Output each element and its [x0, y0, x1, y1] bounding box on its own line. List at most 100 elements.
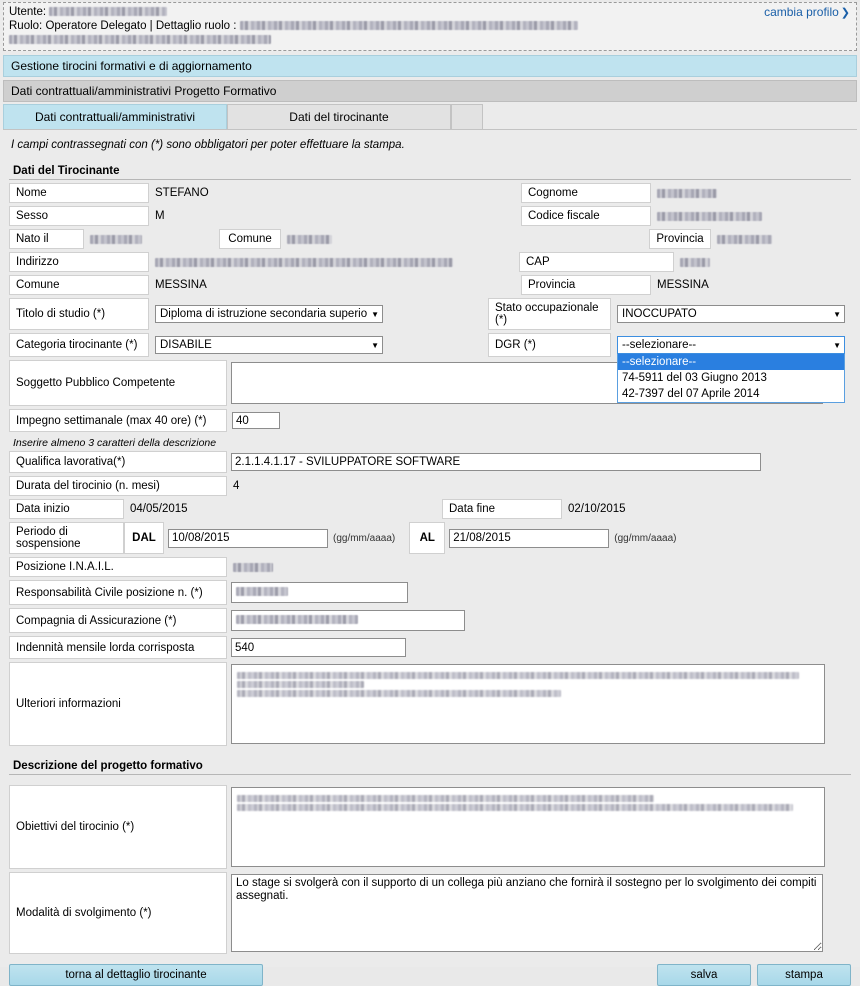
field-dgr: --selezionare-- ▼ --selezionare-- 74-591…: [611, 333, 851, 403]
value-durata: 4: [233, 480, 240, 492]
role-label: Ruolo:: [9, 20, 43, 32]
input-impegno-settimanale[interactable]: [232, 412, 280, 429]
value-comune: MESSINA: [155, 279, 207, 291]
label-comune-nascita: Comune: [219, 229, 281, 249]
label-qualifica: Qualifica lavorativa(*): [9, 451, 227, 473]
input-qualifica[interactable]: [231, 453, 761, 471]
row-comune-provincia: Comune MESSINA Provincia MESSINA: [9, 275, 851, 295]
user-line: Utente:: [9, 5, 851, 19]
select-categoria-tirocinante[interactable]: DISABILE ▼: [155, 336, 383, 354]
field-impegno-settimanale: [227, 409, 286, 432]
row-compagnia-assicurazione: Compagnia di Assicurazione (*): [9, 608, 851, 633]
label-posizione-inail: Posizione I.N.A.I.L.: [9, 557, 227, 577]
tab-dati-tirocinante[interactable]: Dati del tirocinante: [227, 104, 451, 129]
save-button[interactable]: salva: [657, 964, 751, 986]
value-provincia: MESSINA: [657, 279, 709, 291]
row-impegno: Impegno settimanale (max 40 ore) (*): [9, 409, 851, 432]
role-line-2: [9, 33, 851, 47]
form-panel: I campi contrassegnati con (*) sono obbl…: [3, 130, 857, 954]
label-titolo-di-studio: Titolo di studio (*): [9, 298, 149, 330]
cap-redacted: [680, 257, 710, 267]
row-sospensione: Periodo di sospensione DAL (gg/mm/aaaa) …: [9, 522, 851, 554]
input-sospensione-al[interactable]: [449, 528, 610, 548]
value-indirizzo: [149, 252, 519, 272]
input-compagnia-assicurazione[interactable]: [231, 610, 465, 631]
select-stato-occupazionale[interactable]: INOCCUPATO ▼: [617, 305, 845, 323]
back-to-trainee-detail-button[interactable]: torna al dettaglio tirocinante: [9, 964, 263, 986]
page-root: cambia profilo ❯ Utente: Ruolo: Operatore…: [0, 2, 860, 986]
row-spacer: [369, 183, 521, 203]
section-header-trainee: Dati del Tirocinante: [9, 163, 851, 180]
section-header-project: Descrizione del progetto formativo: [9, 758, 851, 775]
label-impegno-settimanale: Impegno settimanale (max 40 ore) (*): [9, 409, 227, 432]
input-responsabilita-civile[interactable]: [231, 582, 408, 603]
row-nascita: Nato il Comune Provincia: [9, 229, 851, 249]
cognome-redacted: [657, 188, 717, 198]
required-fields-note: I campi contrassegnati con (*) sono obbl…: [11, 139, 405, 151]
chevron-right-icon: ❯: [840, 7, 850, 19]
textarea-ulteriori-informazioni[interactable]: [231, 664, 825, 744]
textarea-modalita[interactable]: Lo stage si svolgerà con il supporto di …: [231, 874, 823, 952]
codice-fiscale-redacted: [657, 211, 762, 221]
field-qualifica: [227, 451, 851, 473]
dropdown-option-2[interactable]: 42-7397 del 07 Aprile 2014: [618, 386, 844, 402]
page-title-banner: Dati contrattuali/amministrativi Progett…: [3, 80, 857, 102]
label-obiettivi: Obiettivi del tirocinio (*): [9, 785, 227, 869]
row-durata: Durata del tirocinio (n. mesi) 4: [9, 476, 851, 496]
dropdown-dgr-wrapper: --selezionare-- ▼ --selezionare-- 74-591…: [617, 336, 845, 403]
row-sesso-codicefiscale: Sesso M Codice fiscale: [9, 206, 851, 226]
ulteriori-informazioni-redacted: [237, 670, 816, 699]
label-modalita: Modalità di svolgimento (*): [9, 872, 227, 954]
app-title-banner: Gestione tirocini formativi e di aggiorn…: [3, 55, 857, 77]
row-obiettivi: Obiettivi del tirocinio (*): [9, 785, 851, 869]
print-button[interactable]: stampa: [757, 964, 851, 986]
field-categoria-tirocinante: DISABILE ▼: [149, 333, 389, 357]
field-ulteriori-informazioni: [227, 662, 851, 746]
change-profile-link[interactable]: cambia profilo ❯: [764, 5, 850, 19]
value-data-inizio: 04/05/2015: [130, 503, 188, 515]
row-spacer: [389, 298, 488, 330]
value-sesso: M: [155, 210, 165, 222]
chevron-down-icon: ▼: [371, 340, 379, 350]
tab-filler: [451, 104, 483, 129]
field-sospensione-dal: (gg/mm/aaaa): [164, 522, 395, 554]
label-ulteriori-informazioni: Ulteriori informazioni: [9, 662, 227, 746]
field-responsabilita-civile: [227, 580, 408, 605]
label-dgr: DGR (*): [488, 333, 611, 357]
label-provincia-nascita: Provincia: [649, 229, 711, 249]
responsabilita-civile-redacted: [236, 587, 288, 596]
row-indennita: Indennità mensile lorda corrisposta: [9, 636, 851, 659]
field-sospensione-al: (gg/mm/aaaa): [445, 522, 677, 554]
provincia-nascita-redacted: [717, 234, 772, 244]
label-categoria-tirocinante: Categoria tirocinante (*): [9, 333, 149, 357]
label-responsabilita-civile: Responsabilità Civile posizione n. (*): [9, 580, 227, 605]
input-indennita[interactable]: [231, 638, 406, 657]
hint-dal-format: (gg/mm/aaaa): [333, 532, 396, 544]
label-al: AL: [409, 522, 446, 554]
dropdown-option-0[interactable]: --selezionare--: [618, 354, 844, 370]
hint-al-format: (gg/mm/aaaa): [614, 532, 677, 544]
value-provincia-nascita: [711, 229, 851, 249]
textarea-obiettivi[interactable]: [231, 787, 825, 867]
select-dgr[interactable]: --selezionare-- ▼: [617, 336, 845, 354]
label-compagnia-assicurazione: Compagnia di Assicurazione (*): [9, 608, 227, 633]
dropdown-option-1[interactable]: 74-5911 del 03 Giugno 2013: [618, 370, 844, 386]
user-value-redacted: [49, 7, 168, 17]
label-data-inizio: Data inizio: [9, 499, 124, 519]
label-sesso: Sesso: [9, 206, 149, 226]
field-compagnia-assicurazione: [227, 608, 465, 633]
row-titolo-stato: Titolo di studio (*) Diploma di istruzio…: [9, 298, 851, 330]
field-indennita: [227, 636, 406, 659]
row-spacer: [389, 333, 488, 357]
input-sospensione-dal[interactable]: [168, 528, 328, 548]
tab-dati-contrattuali[interactable]: Dati contrattuali/amministrativi: [3, 104, 227, 129]
field-obiettivi: [227, 785, 851, 869]
footer-actions: torna al dettaglio tirocinante salva sta…: [3, 964, 857, 986]
row-spacer: [401, 229, 649, 249]
select-titolo-di-studio[interactable]: Diploma di istruzione secondaria superio…: [155, 305, 383, 323]
row-qualifica: Qualifica lavorativa(*): [9, 451, 851, 473]
chevron-down-icon: ▼: [371, 309, 379, 319]
row-spacer: [369, 275, 521, 295]
value-nome: STEFANO: [155, 187, 209, 199]
field-titolo-di-studio: Diploma di istruzione secondaria superio…: [149, 298, 389, 330]
